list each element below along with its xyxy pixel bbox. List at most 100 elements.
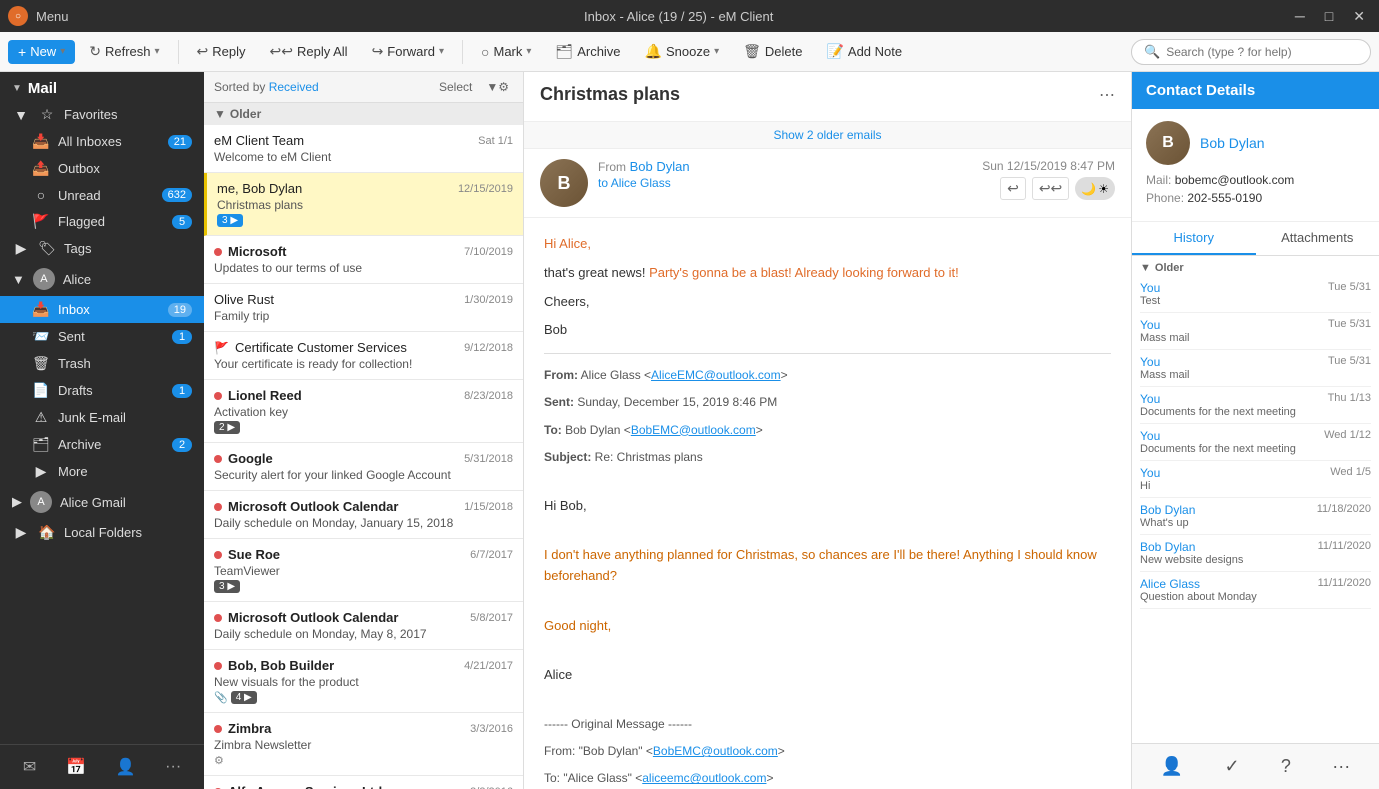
search-input[interactable] [1166, 45, 1358, 59]
refresh-dropdown-arrow[interactable]: ▾ [155, 46, 160, 57]
sidebar-item-more[interactable]: ▶ More [0, 458, 204, 485]
list-item[interactable]: Microsoft Outlook Calendar 5/8/2017 Dail… [204, 602, 523, 650]
history-item[interactable]: You Wed 1/12 Documents for the next meet… [1140, 424, 1371, 461]
select-button[interactable]: Select [435, 78, 476, 96]
sidebar-item-junk[interactable]: ⚠ Junk E-mail [0, 404, 204, 431]
history-item[interactable]: Bob Dylan 11/18/2020 What's up [1140, 498, 1371, 535]
snooze-dropdown-arrow[interactable]: ▾ [714, 46, 719, 57]
reply-all-email-button[interactable]: ↩↩ [1032, 177, 1069, 200]
history-item[interactable]: You Tue 5/31 Mass mail [1140, 313, 1371, 350]
history-item[interactable]: You Thu 1/13 Documents for the next meet… [1140, 387, 1371, 424]
list-item[interactable]: Alfa Access Services Ltd 3/3/2016 Exchan… [204, 776, 523, 789]
sidebar-item-inbox[interactable]: 📥 Inbox 19 [0, 296, 204, 323]
unread-dot [214, 455, 222, 463]
drafts-label: Drafts [58, 383, 164, 398]
msg-subject: Daily schedule on Monday, May 8, 2017 [214, 627, 513, 641]
minimize-button[interactable]: ─ [1289, 6, 1311, 27]
archive-toolbar-button[interactable]: 🗂 Archive [545, 39, 630, 64]
contact-more-button[interactable]: ··· [1324, 752, 1358, 781]
alice-gmail-account[interactable]: ▶ A Alice Gmail [0, 485, 204, 519]
sidebar-item-flagged[interactable]: 🚩 Flagged 5 [0, 208, 204, 235]
msg-subject: Your certificate is ready for collection… [214, 357, 513, 371]
menu-label[interactable]: Menu [36, 9, 69, 24]
orig-from: From: "Bob Dylan" <BobEMC@outlook.com> [544, 742, 1111, 761]
forward-icon: ↪ [372, 43, 384, 60]
list-item[interactable]: 🚩 Certificate Customer Services 9/12/201… [204, 332, 523, 380]
tab-history[interactable]: History [1132, 222, 1256, 255]
calendar-bottom-icon[interactable]: 📅 [58, 753, 94, 781]
history-item[interactable]: Alice Glass 11/11/2020 Question about Mo… [1140, 572, 1371, 609]
from-info: From Bob Dylan to Alice Glass [598, 159, 972, 190]
filter-button[interactable]: ▼⚙ [482, 78, 513, 96]
msg-subject: New visuals for the product [214, 675, 513, 689]
contact-profile-button[interactable]: 👤 [1153, 752, 1191, 781]
sidebar-item-trash[interactable]: 🗑 Trash [0, 350, 204, 377]
sidebar-item-favorites[interactable]: ▼ ☆ Favorites [0, 101, 204, 128]
from-email-link[interactable]: AliceEMC@outlook.com [651, 368, 781, 382]
alice-gmail-label: Alice Gmail [60, 495, 126, 510]
contact-check-button[interactable]: ✓ [1216, 752, 1247, 781]
new-dropdown-arrow[interactable]: ▾ [60, 46, 65, 57]
msg-date: 7/10/2019 [464, 246, 513, 258]
reply-email-button[interactable]: ↩ [1000, 177, 1026, 200]
history-sender: You [1140, 466, 1160, 480]
list-item[interactable]: Sue Roe 6/7/2017 TeamViewer 3 ▶ [204, 539, 523, 602]
new-button[interactable]: + New ▾ [8, 40, 75, 64]
forward-dropdown-arrow[interactable]: ▾ [439, 46, 444, 57]
list-item[interactable]: Olive Rust 1/30/2019 Family trip [204, 284, 523, 332]
sidebar-item-tags[interactable]: ▶ 🏷 Tags [0, 235, 204, 262]
more-bottom-icon[interactable]: ··· [157, 754, 189, 780]
show-older-button[interactable]: Show 2 older emails [524, 122, 1131, 149]
sidebar-item-all-inboxes[interactable]: 📥 All Inboxes 21 [0, 128, 204, 155]
to-email-link[interactable]: BobEMC@outlook.com [631, 423, 756, 437]
list-item[interactable]: Microsoft Outlook Calendar 1/15/2018 Dai… [204, 491, 523, 539]
sidebar-item-drafts[interactable]: 📄 Drafts 1 [0, 377, 204, 404]
email-body-text: that's great news! Party's gonna be a bl… [544, 263, 1111, 284]
sidebar-item-archive[interactable]: 🗂 Archive 2 [0, 431, 204, 458]
snooze-button[interactable]: 🔔 Snooze ▾ [635, 39, 730, 64]
tab-attachments[interactable]: Attachments [1256, 222, 1379, 255]
history-subject: Hi [1140, 480, 1371, 492]
list-item[interactable]: Zimbra 3/3/2016 Zimbra Newsletter ⚙ [204, 713, 523, 776]
orig-from-email-link[interactable]: BobEMC@outlook.com [653, 744, 778, 758]
orig-to-email-link[interactable]: aliceemc@outlook.com [642, 771, 766, 785]
mark-button[interactable]: ○ Mark ▾ [471, 40, 541, 64]
history-item[interactable]: You Tue 5/31 Test [1140, 276, 1371, 313]
email-header: Christmas plans ⋯ [524, 72, 1131, 122]
msg-sender: Lionel Reed [228, 388, 302, 403]
history-item[interactable]: You Tue 5/31 Mass mail [1140, 350, 1371, 387]
refresh-button[interactable]: ↻ Refresh ▾ [79, 39, 169, 64]
delete-button[interactable]: 🗑 Delete [733, 39, 812, 64]
maximize-button[interactable]: □ [1319, 6, 1339, 27]
forward-button[interactable]: ↪ Forward ▾ [362, 39, 454, 64]
list-item[interactable]: Google 5/31/2018 Security alert for your… [204, 443, 523, 491]
list-item[interactable]: me, Bob Dylan 12/15/2019 Christmas plans… [204, 173, 523, 236]
contacts-bottom-icon[interactable]: 👤 [108, 753, 144, 781]
sidebar-item-sent[interactable]: 📨 Sent 1 [0, 323, 204, 350]
messages-scroll[interactable]: ▼ Older eM Client Team Sat 1/1 Welcome t… [204, 103, 523, 789]
contact-help-button[interactable]: ? [1273, 752, 1299, 781]
mail-bottom-icon[interactable]: ✉ [15, 753, 44, 781]
search-box[interactable]: 🔍 [1131, 39, 1371, 65]
add-note-button[interactable]: 📝 Add Note [816, 39, 912, 64]
history-item[interactable]: You Wed 1/5 Hi [1140, 461, 1371, 498]
sidebar-item-unread[interactable]: ○ Unread 632 [0, 182, 204, 208]
reply-button[interactable]: ↩ Reply [187, 39, 256, 64]
tag-icon: 🏷 [38, 240, 56, 257]
close-button[interactable]: ✕ [1347, 6, 1371, 27]
sidebar-item-local-folders[interactable]: ▶ 🏠 Local Folders [0, 519, 204, 546]
sidebar-item-outbox[interactable]: 📤 Outbox [0, 155, 204, 182]
archive-badge: 2 [172, 438, 192, 452]
mark-dropdown-arrow[interactable]: ▾ [526, 46, 531, 57]
list-item[interactable]: Bob, Bob Builder 4/21/2017 New visuals f… [204, 650, 523, 713]
history-item[interactable]: Bob Dylan 11/11/2020 New website designs [1140, 535, 1371, 572]
list-item[interactable]: Lionel Reed 8/23/2018 Activation key 2 ▶ [204, 380, 523, 443]
list-item[interactable]: eM Client Team Sat 1/1 Welcome to eM Cli… [204, 125, 523, 173]
reply-all-button[interactable]: ↩↩ Reply All [260, 39, 358, 64]
more-email-actions-button[interactable]: ⋯ [1099, 85, 1115, 105]
alice-account[interactable]: ▼ A Alice [0, 262, 204, 296]
history-sender: You [1140, 429, 1160, 443]
list-item[interactable]: Microsoft 7/10/2019 Updates to our terms… [204, 236, 523, 284]
contact-name[interactable]: Bob Dylan [1200, 135, 1265, 151]
dark-mode-toggle[interactable]: 🌙 ☀ [1075, 177, 1115, 200]
